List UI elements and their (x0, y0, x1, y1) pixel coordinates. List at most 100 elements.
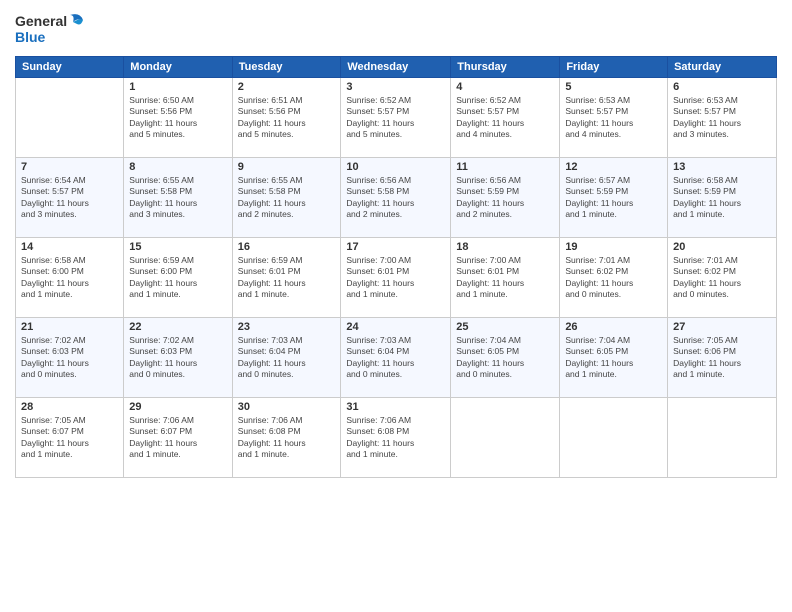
calendar-cell: 5 Sunrise: 6:53 AM Sunset: 5:57 PM Daylig… (560, 78, 668, 158)
calendar-header-row: SundayMondayTuesdayWednesdayThursdayFrid… (16, 57, 777, 78)
calendar-cell: 24 Sunrise: 7:03 AM Sunset: 6:04 PM Dayli… (341, 318, 451, 398)
calendar-cell: 16 Sunrise: 6:59 AM Sunset: 6:01 PM Dayli… (232, 238, 341, 318)
day-number: 4 (456, 81, 554, 93)
header-saturday: Saturday (668, 57, 777, 78)
calendar-cell: 6 Sunrise: 6:53 AM Sunset: 5:57 PM Daylig… (668, 78, 777, 158)
day-info: Sunrise: 6:56 AM Sunset: 5:59 PM Dayligh… (456, 175, 554, 221)
calendar-cell: 9 Sunrise: 6:55 AM Sunset: 5:58 PM Daylig… (232, 158, 341, 238)
calendar-cell: 31 Sunrise: 7:06 AM Sunset: 6:08 PM Dayli… (341, 398, 451, 478)
day-info: Sunrise: 7:04 AM Sunset: 6:05 PM Dayligh… (565, 335, 662, 381)
day-number: 8 (129, 161, 226, 173)
day-info: Sunrise: 7:02 AM Sunset: 6:03 PM Dayligh… (129, 335, 226, 381)
day-info: Sunrise: 7:00 AM Sunset: 6:01 PM Dayligh… (456, 255, 554, 301)
header-wednesday: Wednesday (341, 57, 451, 78)
day-info: Sunrise: 6:55 AM Sunset: 5:58 PM Dayligh… (238, 175, 336, 221)
calendar-cell (451, 398, 560, 478)
calendar-cell: 8 Sunrise: 6:55 AM Sunset: 5:58 PM Daylig… (124, 158, 232, 238)
day-number: 11 (456, 161, 554, 173)
day-info: Sunrise: 7:04 AM Sunset: 6:05 PM Dayligh… (456, 335, 554, 381)
day-info: Sunrise: 6:59 AM Sunset: 6:00 PM Dayligh… (129, 255, 226, 301)
day-info: Sunrise: 7:01 AM Sunset: 6:02 PM Dayligh… (673, 255, 771, 301)
page-container: GeneralBlue SundayMondayTuesdayWednesday… (0, 0, 792, 612)
day-number: 3 (346, 81, 445, 93)
day-number: 2 (238, 81, 336, 93)
calendar-cell: 2 Sunrise: 6:51 AM Sunset: 5:56 PM Daylig… (232, 78, 341, 158)
header-monday: Monday (124, 57, 232, 78)
calendar-cell: 20 Sunrise: 7:01 AM Sunset: 6:02 PM Dayli… (668, 238, 777, 318)
day-number: 21 (21, 321, 118, 333)
logo: GeneralBlue (15, 10, 85, 48)
calendar-cell: 3 Sunrise: 6:52 AM Sunset: 5:57 PM Daylig… (341, 78, 451, 158)
calendar-cell: 11 Sunrise: 6:56 AM Sunset: 5:59 PM Dayli… (451, 158, 560, 238)
day-info: Sunrise: 6:56 AM Sunset: 5:58 PM Dayligh… (346, 175, 445, 221)
calendar-cell (668, 398, 777, 478)
week-row-5: 28Sunrise: 7:05 AM Sunset: 6:07 PM Dayli… (16, 398, 777, 478)
day-number: 10 (346, 161, 445, 173)
day-number: 31 (346, 401, 445, 413)
day-info: Sunrise: 7:02 AM Sunset: 6:03 PM Dayligh… (21, 335, 118, 381)
calendar-cell: 30Sunrise: 7:06 AM Sunset: 6:08 PM Dayli… (232, 398, 341, 478)
calendar-cell: 23 Sunrise: 7:03 AM Sunset: 6:04 PM Dayli… (232, 318, 341, 398)
calendar-cell: 13Sunrise: 6:58 AM Sunset: 5:59 PM Dayli… (668, 158, 777, 238)
week-row-3: 14 Sunrise: 6:58 AM Sunset: 6:00 PM Dayli… (16, 238, 777, 318)
day-info: Sunrise: 6:57 AM Sunset: 5:59 PM Dayligh… (565, 175, 662, 221)
day-info: Sunrise: 7:03 AM Sunset: 6:04 PM Dayligh… (346, 335, 445, 381)
calendar-cell: 26 Sunrise: 7:04 AM Sunset: 6:05 PM Dayli… (560, 318, 668, 398)
day-info: Sunrise: 7:05 AM Sunset: 6:06 PM Dayligh… (673, 335, 771, 381)
day-info: Sunrise: 6:54 AM Sunset: 5:57 PM Dayligh… (21, 175, 118, 221)
day-info: Sunrise: 6:50 AM Sunset: 5:56 PM Dayligh… (129, 95, 226, 141)
day-number: 22 (129, 321, 226, 333)
day-info: Sunrise: 6:52 AM Sunset: 5:57 PM Dayligh… (456, 95, 554, 141)
header-friday: Friday (560, 57, 668, 78)
day-number: 19 (565, 241, 662, 253)
calendar-cell: 27Sunrise: 7:05 AM Sunset: 6:06 PM Dayli… (668, 318, 777, 398)
day-info: Sunrise: 7:03 AM Sunset: 6:04 PM Dayligh… (238, 335, 336, 381)
calendar-cell: 28Sunrise: 7:05 AM Sunset: 6:07 PM Dayli… (16, 398, 124, 478)
header: GeneralBlue (15, 10, 777, 48)
calendar-cell: 7 Sunrise: 6:54 AM Sunset: 5:57 PM Daylig… (16, 158, 124, 238)
day-number: 6 (673, 81, 771, 93)
calendar-cell: 18 Sunrise: 7:00 AM Sunset: 6:01 PM Dayli… (451, 238, 560, 318)
day-info: Sunrise: 7:06 AM Sunset: 6:08 PM Dayligh… (238, 415, 336, 461)
day-info: Sunrise: 7:00 AM Sunset: 6:01 PM Dayligh… (346, 255, 445, 301)
day-info: Sunrise: 7:06 AM Sunset: 6:08 PM Dayligh… (346, 415, 445, 461)
day-info: Sunrise: 6:51 AM Sunset: 5:56 PM Dayligh… (238, 95, 336, 141)
day-number: 29 (129, 401, 226, 413)
day-info: Sunrise: 6:52 AM Sunset: 5:57 PM Dayligh… (346, 95, 445, 141)
day-number: 16 (238, 241, 336, 253)
day-info: Sunrise: 6:53 AM Sunset: 5:57 PM Dayligh… (673, 95, 771, 141)
calendar-cell: 19Sunrise: 7:01 AM Sunset: 6:02 PM Dayli… (560, 238, 668, 318)
day-number: 9 (238, 161, 336, 173)
day-number: 20 (673, 241, 771, 253)
day-info: Sunrise: 7:05 AM Sunset: 6:07 PM Dayligh… (21, 415, 118, 461)
day-number: 18 (456, 241, 554, 253)
day-info: Sunrise: 6:59 AM Sunset: 6:01 PM Dayligh… (238, 255, 336, 301)
calendar-cell (560, 398, 668, 478)
day-number: 12 (565, 161, 662, 173)
day-number: 23 (238, 321, 336, 333)
week-row-4: 21 Sunrise: 7:02 AM Sunset: 6:03 PM Dayli… (16, 318, 777, 398)
svg-text:General: General (15, 13, 67, 29)
header-tuesday: Tuesday (232, 57, 341, 78)
calendar: SundayMondayTuesdayWednesdayThursdayFrid… (15, 56, 777, 478)
day-info: Sunrise: 6:53 AM Sunset: 5:57 PM Dayligh… (565, 95, 662, 141)
day-info: Sunrise: 6:55 AM Sunset: 5:58 PM Dayligh… (129, 175, 226, 221)
calendar-cell: 10 Sunrise: 6:56 AM Sunset: 5:58 PM Dayli… (341, 158, 451, 238)
day-number: 14 (21, 241, 118, 253)
day-info: Sunrise: 6:58 AM Sunset: 6:00 PM Dayligh… (21, 255, 118, 301)
day-info: Sunrise: 7:06 AM Sunset: 6:07 PM Dayligh… (129, 415, 226, 461)
calendar-cell: 12 Sunrise: 6:57 AM Sunset: 5:59 PM Dayli… (560, 158, 668, 238)
svg-text:Blue: Blue (15, 29, 46, 45)
day-number: 13 (673, 161, 771, 173)
calendar-cell: 4 Sunrise: 6:52 AM Sunset: 5:57 PM Daylig… (451, 78, 560, 158)
logo-svg: GeneralBlue (15, 10, 85, 48)
day-number: 17 (346, 241, 445, 253)
day-number: 7 (21, 161, 118, 173)
calendar-cell: 21 Sunrise: 7:02 AM Sunset: 6:03 PM Dayli… (16, 318, 124, 398)
day-number: 26 (565, 321, 662, 333)
header-thursday: Thursday (451, 57, 560, 78)
calendar-cell: 22 Sunrise: 7:02 AM Sunset: 6:03 PM Dayli… (124, 318, 232, 398)
day-number: 5 (565, 81, 662, 93)
calendar-cell: 1Sunrise: 6:50 AM Sunset: 5:56 PM Daylig… (124, 78, 232, 158)
day-number: 24 (346, 321, 445, 333)
